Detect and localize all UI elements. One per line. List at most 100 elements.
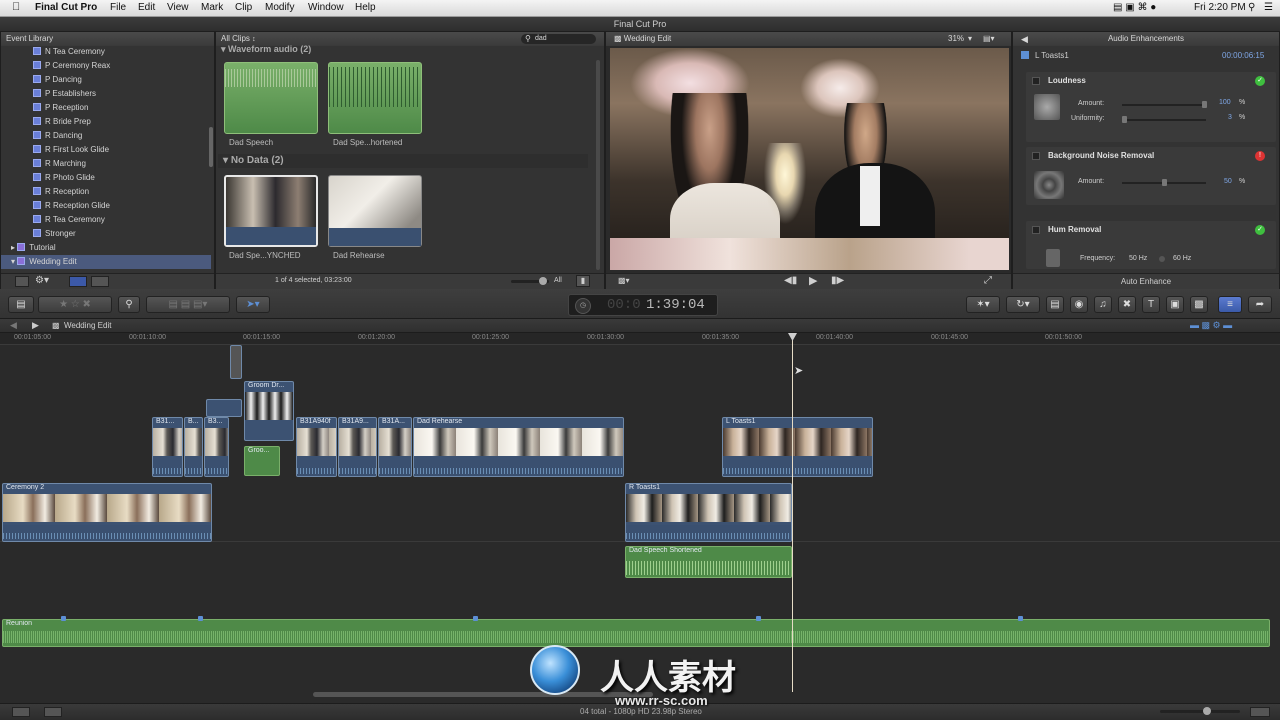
timeline-view-icons[interactable]: ▬ ▩ ⚙ ▬	[1190, 320, 1232, 331]
clip-appearance-button[interactable]	[1250, 707, 1270, 717]
view-options-icon[interactable]: ▤▾	[983, 32, 995, 46]
hum-removal-checkbox[interactable]	[1032, 226, 1040, 234]
menu-window[interactable]: Window	[308, 2, 344, 13]
search-icon[interactable]: ⚲	[1248, 2, 1255, 13]
event-item[interactable]: Stronger	[33, 227, 76, 241]
timeline-clip[interactable]: Groom Dr...	[244, 381, 294, 441]
menu-help[interactable]: Help	[355, 2, 376, 13]
app-menu[interactable]: Final Cut Pro	[35, 2, 97, 13]
next-frame-icon[interactable]: ▮▶	[831, 275, 844, 286]
amount-value[interactable]: 100	[1219, 99, 1231, 106]
themes-icon[interactable]: ▩	[1190, 296, 1208, 313]
group-no-data[interactable]: ▾ No Data (2)	[218, 154, 588, 168]
filmstrip-view-button[interactable]	[69, 276, 87, 287]
event-item[interactable]: P Dancing	[33, 73, 82, 87]
generators-icon[interactable]: ▣	[1166, 296, 1184, 313]
keyword-icon[interactable]: ⚲	[118, 296, 140, 313]
back-icon[interactable]: ◀	[1021, 32, 1028, 46]
clock[interactable]: Fri 2:20 PM	[1194, 2, 1246, 13]
timeline-clip[interactable]: Ceremony 2	[2, 483, 212, 542]
search-input[interactable]: dad	[521, 34, 596, 44]
timeline-music-clip[interactable]: Reunion	[2, 619, 1270, 647]
keyframe-marker[interactable]	[198, 616, 203, 621]
status-icons[interactable]: ▤ ▣ ⌘ ●	[1113, 2, 1156, 13]
event-item[interactable]: R Bride Prep	[33, 115, 91, 129]
play-icon[interactable]: ▶	[809, 274, 817, 287]
auto-enhance-button[interactable]: Auto Enhance	[1013, 273, 1279, 289]
event-item[interactable]: R Dancing	[33, 129, 82, 143]
event-item[interactable]: R Reception	[33, 185, 89, 199]
clip-appearance-button[interactable]: ▮	[576, 275, 590, 287]
folder-wedding-edit[interactable]: ▾ Wedding Edit	[1, 255, 211, 269]
transitions-icon[interactable]: ✖	[1118, 296, 1136, 313]
timeline-clip[interactable]: Dad Rehearse	[413, 417, 624, 477]
timeline-clip[interactable]: B...	[184, 417, 203, 477]
timeline-clip[interactable]	[206, 399, 242, 417]
keyframe-marker[interactable]	[1018, 616, 1023, 621]
import-button[interactable]: ▤	[8, 296, 34, 313]
frequency-60[interactable]: 60 Hz	[1173, 255, 1191, 262]
keyframe-marker[interactable]	[473, 616, 478, 621]
previous-frame-icon[interactable]: ◀▮	[784, 275, 797, 286]
fullscreen-icon[interactable]: ⤢	[984, 275, 992, 286]
show-library-button[interactable]	[15, 276, 29, 287]
all-label[interactable]: All	[554, 277, 562, 284]
keyframe-marker[interactable]	[61, 616, 66, 621]
effects-browser-icon[interactable]: ▤	[1046, 296, 1064, 313]
clip-thumbnail[interactable]	[328, 175, 422, 247]
event-item[interactable]: R Tea Ceremony	[33, 213, 105, 227]
event-item[interactable]: R Reception Glide	[33, 199, 110, 213]
loudness-checkbox[interactable]	[1032, 77, 1040, 85]
select-tool-icon[interactable]: ➤▾	[236, 296, 270, 313]
zoom-menu-icon[interactable]: ▾	[968, 32, 972, 46]
list-icon[interactable]: ☰	[1264, 2, 1273, 13]
clip-filter[interactable]: All Clips	[221, 34, 250, 43]
uniformity-slider-knob[interactable]	[1122, 115, 1127, 125]
zoom-slider-knob[interactable]	[539, 277, 547, 285]
timeline-audio-clip[interactable]: Groo...	[244, 446, 280, 476]
forward-icon[interactable]: ▶	[32, 320, 39, 331]
event-item[interactable]: P Establishers	[33, 87, 96, 101]
titles-icon[interactable]: T	[1142, 296, 1160, 313]
timeline-clip[interactable]: B31...	[152, 417, 183, 477]
viewer-options-icon[interactable]: ▩▾	[618, 276, 630, 285]
timeline-clip[interactable]: B3...	[204, 417, 229, 477]
zoom-level[interactable]: 31%	[948, 32, 964, 46]
enhance-icon[interactable]: ✶▾	[966, 296, 1000, 313]
uniformity-value[interactable]: 3	[1228, 114, 1232, 121]
apple-icon[interactable]: 	[12, 1, 20, 13]
audio-meters-button[interactable]	[44, 707, 62, 717]
timeline-clip[interactable]: R Toasts1	[625, 483, 792, 542]
event-item[interactable]: N Tea Ceremony	[33, 45, 105, 59]
clip-thumbnail[interactable]	[328, 62, 422, 134]
timeline-clip[interactable]	[230, 345, 242, 379]
menu-clip[interactable]: Clip	[235, 2, 252, 13]
frequency-50[interactable]: 50 Hz	[1129, 255, 1147, 262]
noise-removal-checkbox[interactable]	[1032, 152, 1040, 160]
timeline-clip[interactable]: B31A9...	[338, 417, 377, 477]
event-item[interactable]: P Ceremony Reax	[33, 59, 110, 73]
amount-slider[interactable]	[1122, 104, 1206, 106]
timeline-clip[interactable]: B31A...	[378, 417, 412, 477]
timeline-zoom-slider[interactable]	[1160, 710, 1240, 713]
edit-buttons[interactable]: ▤ ▤ ▤▾	[146, 296, 230, 313]
folder-tutorial[interactable]: ▸ Tutorial	[11, 241, 56, 255]
inspector-toggle-icon[interactable]: ≡	[1218, 296, 1242, 313]
event-item[interactable]: R First Look Glide	[33, 143, 109, 157]
menu-file[interactable]: File	[110, 2, 126, 13]
share-icon[interactable]: ➦	[1248, 296, 1272, 313]
timeline-index-button[interactable]	[12, 707, 30, 717]
group-waveform[interactable]: ▾ Waveform audio (2)	[221, 44, 591, 54]
clip-thumbnail-selected[interactable]	[224, 175, 318, 247]
frequency-radio[interactable]	[1159, 256, 1165, 262]
timeline-zoom-knob[interactable]	[1203, 707, 1211, 715]
event-item[interactable]: P Reception	[33, 101, 88, 115]
back-icon[interactable]: ◀	[10, 320, 17, 331]
timeline-ruler[interactable]	[0, 333, 1280, 345]
amount-slider-knob[interactable]	[1202, 100, 1207, 110]
keyframe-marker[interactable]	[756, 616, 761, 621]
noise-amount-slider-knob[interactable]	[1162, 178, 1167, 188]
retime-icon[interactable]: ↻▾	[1006, 296, 1040, 313]
browser-scrollbar[interactable]	[596, 60, 600, 270]
menu-mark[interactable]: Mark	[201, 2, 223, 13]
